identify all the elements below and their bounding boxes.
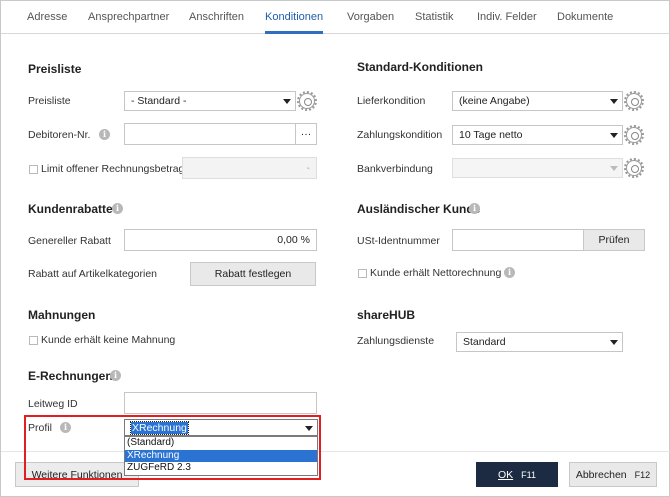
tab-indiv-felder[interactable]: Indiv. Felder (477, 11, 537, 34)
artikel-rabatt-label: Rabatt auf Artikelkategorien (28, 268, 157, 280)
kundenrabatte-heading: Kundenrabatte (28, 202, 113, 216)
nettorechnung-checkbox[interactable] (358, 269, 367, 278)
genereller-rabatt-label: Genereller Rabatt (28, 235, 111, 247)
lieferkondition-value: (keine Angabe) (459, 95, 530, 107)
rabatt-festlegen-button[interactable]: Rabatt festlegen (190, 262, 316, 286)
abbrechen-button-label: Abbrechen (575, 469, 627, 481)
zahlungskondition-value: 10 Tage netto (459, 129, 523, 141)
info-icon: i (110, 370, 121, 381)
tab-anschriften[interactable]: Anschriften (189, 11, 244, 34)
leitweg-label: Leitweg ID (28, 398, 78, 410)
zahlungsdienste-select[interactable]: Standard (456, 332, 623, 352)
preisliste-select-value: - Standard - (131, 95, 187, 107)
bankverbindung-label: Bankverbindung (357, 163, 433, 175)
erechnungen-heading: E-Rechnungen (28, 369, 113, 383)
ok-button-label: OK (497, 469, 514, 481)
lieferkondition-label: Lieferkondition (357, 95, 426, 107)
info-icon: i (99, 129, 110, 140)
tab-konditionen[interactable]: Konditionen (265, 11, 324, 34)
info-icon: i (112, 203, 123, 214)
preisliste-heading: Preisliste (28, 62, 82, 76)
limit-minus: - (306, 162, 311, 174)
debitor-input[interactable] (124, 123, 296, 145)
abbrechen-button[interactable]: Abbrechen F12 (569, 462, 657, 487)
nettorechnung-label: Kunde erhält Nettorechnung (370, 267, 502, 279)
mahnungen-heading: Mahnungen (28, 308, 96, 322)
dialog-window: Adresse Ansprechpartner Anschriften Kond… (0, 0, 670, 497)
bankverbindung-select (452, 158, 623, 178)
chevron-down-icon (610, 133, 618, 138)
zahlungskondition-label: Zahlungskondition (357, 129, 443, 141)
info-icon: i (469, 203, 480, 214)
tab-adresse[interactable]: Adresse (27, 11, 67, 34)
gear-icon[interactable] (297, 91, 317, 111)
gear-icon[interactable] (624, 158, 644, 178)
debitor-label: Debitoren-Nr. (28, 129, 91, 141)
chevron-down-icon (283, 99, 291, 104)
tab-vorgaben[interactable]: Vorgaben (347, 11, 394, 34)
preisliste-select[interactable]: - Standard - (124, 91, 296, 111)
pruefen-button[interactable]: Prüfen (583, 229, 645, 251)
chevron-down-icon (610, 166, 618, 171)
tab-dokumente[interactable]: Dokumente (557, 11, 613, 34)
zahlungsdienste-value: Standard (463, 336, 506, 348)
zahlungskondition-select[interactable]: 10 Tage netto (452, 125, 623, 145)
info-icon: i (504, 267, 515, 278)
ust-label: USt-Identnummer (357, 235, 440, 247)
tab-ansprechpartner[interactable]: Ansprechpartner (88, 11, 169, 34)
keine-mahnung-checkbox[interactable] (29, 336, 38, 345)
genereller-rabatt-input[interactable]: 0,00 % (124, 229, 317, 251)
limit-checkbox[interactable] (29, 165, 38, 174)
debitor-lookup-button[interactable]: ··· (295, 123, 317, 145)
limit-input: - (182, 157, 317, 179)
chevron-down-icon (610, 340, 618, 345)
standard-konditionen-heading: Standard-Konditionen (357, 60, 483, 74)
highlight-box (24, 415, 321, 480)
ok-shortcut: F11 (521, 470, 536, 480)
leitweg-input[interactable] (124, 392, 317, 414)
gear-icon[interactable] (624, 125, 644, 145)
gear-icon[interactable] (624, 91, 644, 111)
zahlungsdienste-label: Zahlungsdienste (357, 335, 435, 347)
limit-label: Limit offener Rechnungsbetrag (41, 163, 185, 175)
keine-mahnung-label: Kunde erhält keine Mahnung (41, 334, 176, 346)
ok-button[interactable]: OK F11 (476, 462, 558, 487)
tab-statistik[interactable]: Statistik (415, 11, 454, 34)
abbrechen-shortcut: F12 (634, 470, 651, 480)
sharehub-heading: shareHUB (357, 308, 416, 322)
tab-bar: Adresse Ansprechpartner Anschriften Kond… (1, 1, 670, 34)
ellipsis-icon: ··· (300, 128, 312, 140)
preisliste-label: Preisliste (28, 95, 71, 107)
chevron-down-icon (610, 99, 618, 104)
lieferkondition-select[interactable]: (keine Angabe) (452, 91, 623, 111)
auslaendischer-kunde-heading: Ausländischer Kunde (357, 202, 481, 216)
ust-input[interactable] (452, 229, 584, 251)
